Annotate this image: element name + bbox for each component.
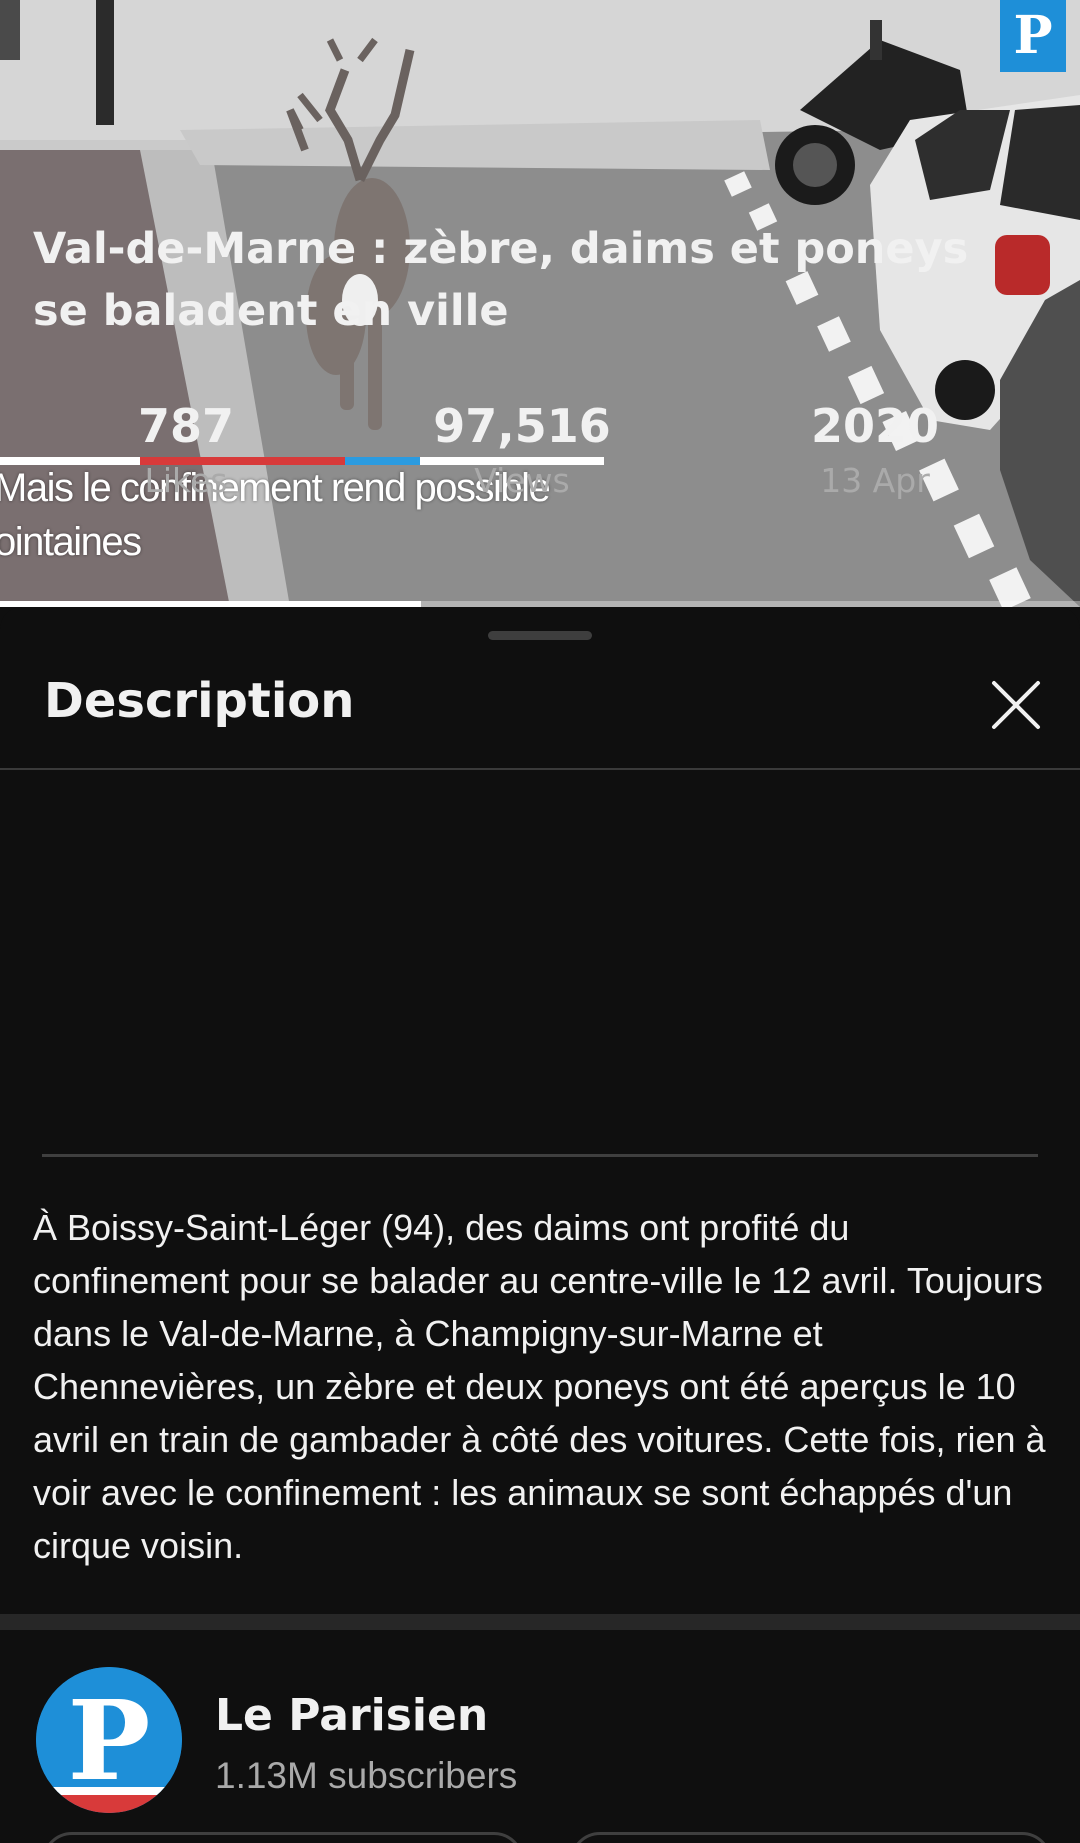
panel-title: Description: [44, 673, 355, 729]
channel-avatar[interactable]: P: [36, 1667, 182, 1813]
stat-date: 2020 13 Apr: [725, 398, 1025, 506]
stat-views: 97,516 Views: [372, 398, 672, 506]
videos-button[interactable]: [42, 1832, 524, 1843]
le-parisien-watermark-logo: P: [1000, 0, 1066, 72]
likes-count: 787: [137, 399, 235, 453]
close-icon: [992, 681, 1040, 729]
subtitle-line-2: ointaines: [0, 520, 142, 564]
publish-year: 2020: [810, 399, 940, 453]
channel-name[interactable]: Le Parisien: [215, 1690, 488, 1741]
header-divider: [0, 768, 1080, 770]
close-button[interactable]: [990, 679, 1042, 731]
stats-divider: [42, 1154, 1038, 1157]
likes-label: Likes: [144, 461, 228, 500]
section-divider: [0, 1614, 1080, 1630]
le-parisien-logo-icon: P: [36, 1667, 182, 1813]
drag-handle[interactable]: [488, 631, 592, 640]
svg-text:P: P: [68, 1676, 151, 1805]
subscriber-count: 1.13M subscribers: [215, 1755, 518, 1796]
video-title: Val-de-Marne : zèbre, daims et poneys se…: [33, 224, 969, 336]
about-button[interactable]: [570, 1832, 1052, 1843]
publish-date: 13 Apr: [820, 461, 930, 500]
description-text: À Boissy-Saint-Léger (94), des daims ont…: [33, 1207, 1046, 1566]
watermark-letter: P: [1013, 5, 1053, 66]
views-label: Views: [474, 461, 570, 500]
stat-likes: 787 Likes: [36, 398, 336, 506]
views-count: 97,516: [433, 399, 611, 453]
